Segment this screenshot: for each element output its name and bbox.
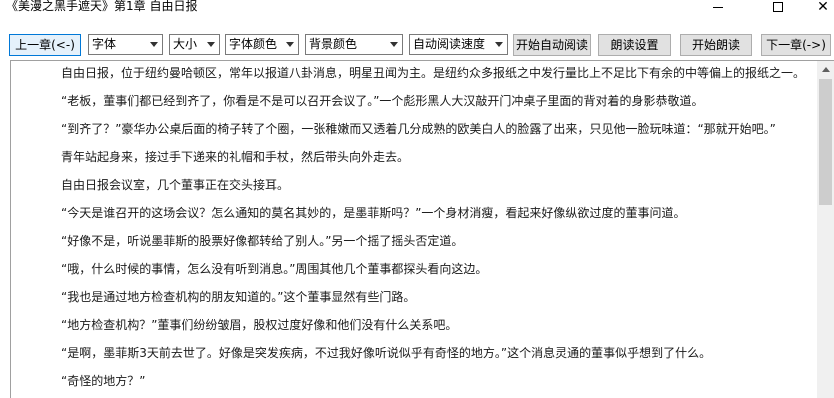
- chevron-down-icon: [286, 42, 294, 47]
- close-button[interactable]: ✕: [800, 0, 834, 14]
- auto-read-speed-select-value: 自动阅读速度: [413, 37, 486, 51]
- font-select[interactable]: 字体: [88, 34, 163, 55]
- chevron-down-icon: [207, 42, 215, 47]
- font-color-select-value: 字体颜色: [229, 37, 278, 51]
- paragraph: “奇怪的地方？”: [61, 374, 146, 388]
- font-color-select[interactable]: 字体颜色: [225, 34, 299, 55]
- paragraph: “我也是通过地方检查机构的朋友知道的。”这个董事显然有些门路。: [61, 290, 416, 304]
- paragraph: “老板，董事们都已经到齐了，你看是不是可以召开会议了。”一个彪形黑人大汉敲开门冲…: [61, 94, 704, 108]
- paragraph: “哦，什么时候的事情，怎么没有听到消息。”周围其他几个董事都探头看向这边。: [61, 262, 488, 276]
- font-select-value: 字体: [92, 37, 117, 51]
- auto-read-speed-select[interactable]: 自动阅读速度: [409, 34, 508, 55]
- window-title: 《美漫之黑手遮天》第1章 自由日报: [6, 0, 198, 13]
- minimize-button[interactable]: [695, 0, 741, 14]
- bg-color-select-value: 背景颜色: [309, 37, 358, 51]
- paragraph: 自由日报，位于纽约曼哈顿区，常年以报道八卦消息，明星丑闻为主。是纽约众多报纸之中…: [61, 66, 806, 80]
- maximize-icon: [773, 2, 783, 12]
- minimize-icon: [713, 6, 723, 8]
- prev-chapter-button[interactable]: 上一章(<-): [9, 34, 81, 56]
- chevron-down-icon: [495, 42, 503, 47]
- paragraph: “是啊，墨菲斯3天前去世了。好像是突发疾病，不过我好像听说似乎有奇怪的地方。”这…: [61, 346, 712, 360]
- close-icon: ✕: [817, 0, 829, 15]
- size-select[interactable]: 大小: [169, 34, 220, 55]
- start-read-aloud-button[interactable]: 开始朗读: [680, 34, 752, 56]
- bg-color-select[interactable]: 背景颜色: [305, 34, 403, 55]
- chevron-down-icon: [390, 42, 398, 47]
- chevron-up-icon: [821, 67, 830, 72]
- next-chapter-button[interactable]: 下一章(->): [761, 34, 831, 56]
- paragraph: “地方检查机构？”董事们纷纷皱眉，股权过度好像和他们没有什么关系吧。: [61, 318, 458, 332]
- paragraph: “好像不是，听说墨菲斯的股票好像都转给了别人。”另一个摇了摇头否定道。: [61, 234, 464, 248]
- size-select-value: 大小: [173, 37, 198, 51]
- maximize-button[interactable]: [755, 0, 801, 14]
- start-auto-read-button[interactable]: 开始自动阅读: [513, 34, 591, 56]
- scrollbar-thumb[interactable]: [819, 79, 832, 205]
- chapter-text-area[interactable]: 自由日报，位于纽约曼哈顿区，常年以报道八卦消息，明星丑闻为主。是纽约众多报纸之中…: [10, 60, 834, 398]
- read-aloud-settings-button[interactable]: 朗读设置: [598, 34, 671, 56]
- chapter-text: 自由日报，位于纽约曼哈顿区，常年以报道八卦消息，明星丑闻为主。是纽约众多报纸之中…: [11, 61, 817, 398]
- title-bar: 《美漫之黑手遮天》第1章 自由日报 ✕: [0, 0, 834, 28]
- paragraph: “到齐了？”豪华办公桌后面的椅子转了个圈，一张稚嫩而又透着几分成熟的欧美白人的脸…: [61, 122, 776, 136]
- paragraph: 青年站起身来，接过手下递来的礼帽和手杖，然后带头向外走去。: [61, 150, 410, 164]
- scroll-up-button[interactable]: [817, 61, 834, 78]
- paragraph: “今天是谁召开的这场会议？怎么通知的莫名其妙的，是墨菲斯吗？”一个身材消瘦，看起…: [61, 206, 686, 220]
- paragraph: 自由日报会议室，几个董事正在交头接耳。: [61, 178, 290, 192]
- reader-toolbar: 上一章(<-) 字体 大小 字体颜色 背景颜色 自动阅读速度 开始自动阅读 朗读…: [0, 32, 834, 56]
- chevron-down-icon: [150, 42, 158, 47]
- vertical-scrollbar[interactable]: [817, 61, 834, 398]
- app-icon: [0, 0, 4, 12]
